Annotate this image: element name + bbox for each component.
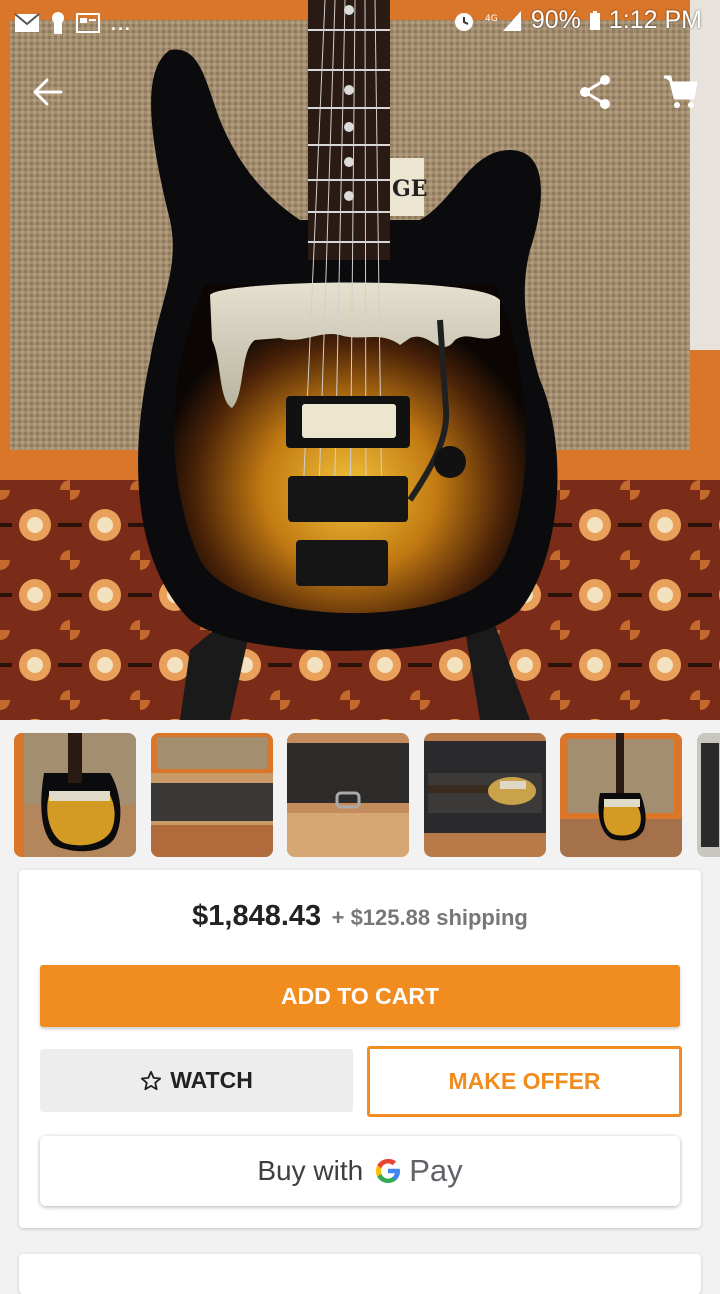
price-row: $1,848.43 + $125.88 shipping <box>19 900 701 933</box>
shipping-cost: + $125.88 shipping <box>331 905 528 930</box>
card-icon <box>76 12 100 33</box>
back-button[interactable] <box>22 66 74 118</box>
make-offer-button[interactable]: MAKE OFFER <box>367 1046 682 1117</box>
thumbnail-5[interactable] <box>560 733 682 857</box>
thumbnail-image <box>14 733 136 857</box>
thumbnail-image <box>287 733 409 857</box>
battery-icon <box>589 10 600 30</box>
thumbnail-image <box>151 733 273 857</box>
svg-text:GE: GE <box>392 176 428 202</box>
cart-button[interactable] <box>654 66 706 118</box>
thumbnail-3[interactable] <box>287 733 409 857</box>
shopping-cart-icon <box>664 75 698 108</box>
arrow-left-icon <box>33 78 63 106</box>
notification-icons: ... <box>14 8 131 37</box>
watch-label: WATCH <box>170 1067 253 1093</box>
pay-label: Pay <box>409 1153 463 1188</box>
google-g-icon <box>376 1159 401 1183</box>
thumbnail-strip[interactable] <box>0 733 720 857</box>
more-notifications-indicator: ... <box>110 8 131 36</box>
thumbnail-2[interactable] <box>151 733 273 857</box>
status-bar: ... 4G 90% 1:12 PM <box>0 0 720 44</box>
watch-button[interactable]: WATCH <box>40 1049 353 1112</box>
svg-text:4G: 4G <box>485 14 498 24</box>
mail-icon <box>14 12 40 32</box>
google-pay-logo: Pay <box>373 1153 463 1189</box>
share-icon <box>580 75 610 109</box>
star-outline-icon <box>141 1070 162 1090</box>
add-to-cart-button[interactable]: ADD TO CART <box>40 965 680 1027</box>
alarm-icon <box>454 12 473 31</box>
thumbnail-image <box>697 733 720 857</box>
price: $1,848.43 <box>192 900 322 932</box>
next-section-card <box>19 1254 701 1294</box>
share-button[interactable] <box>569 66 621 118</box>
thumbnail-image <box>560 733 682 857</box>
thumbnail-1[interactable] <box>14 733 136 857</box>
signal-icon: 4G <box>485 10 521 31</box>
google-pay-button[interactable]: Buy with Pay <box>40 1136 680 1206</box>
thumbnail-image <box>424 733 546 857</box>
product-image[interactable]: GE ... 4G 90% 1:12 PM <box>0 0 720 720</box>
thumbnail-6[interactable] <box>697 733 720 857</box>
system-status: 4G 90% 1:12 PM <box>453 6 702 35</box>
clock: 1:12 PM <box>608 6 702 34</box>
purchase-card: $1,848.43 + $125.88 shipping ADD TO CART… <box>19 870 701 1228</box>
battery-percent: 90% <box>530 6 581 34</box>
thumbnail-4[interactable] <box>424 733 546 857</box>
buy-with-label: Buy with <box>257 1155 364 1186</box>
keyhole-icon <box>52 11 64 34</box>
